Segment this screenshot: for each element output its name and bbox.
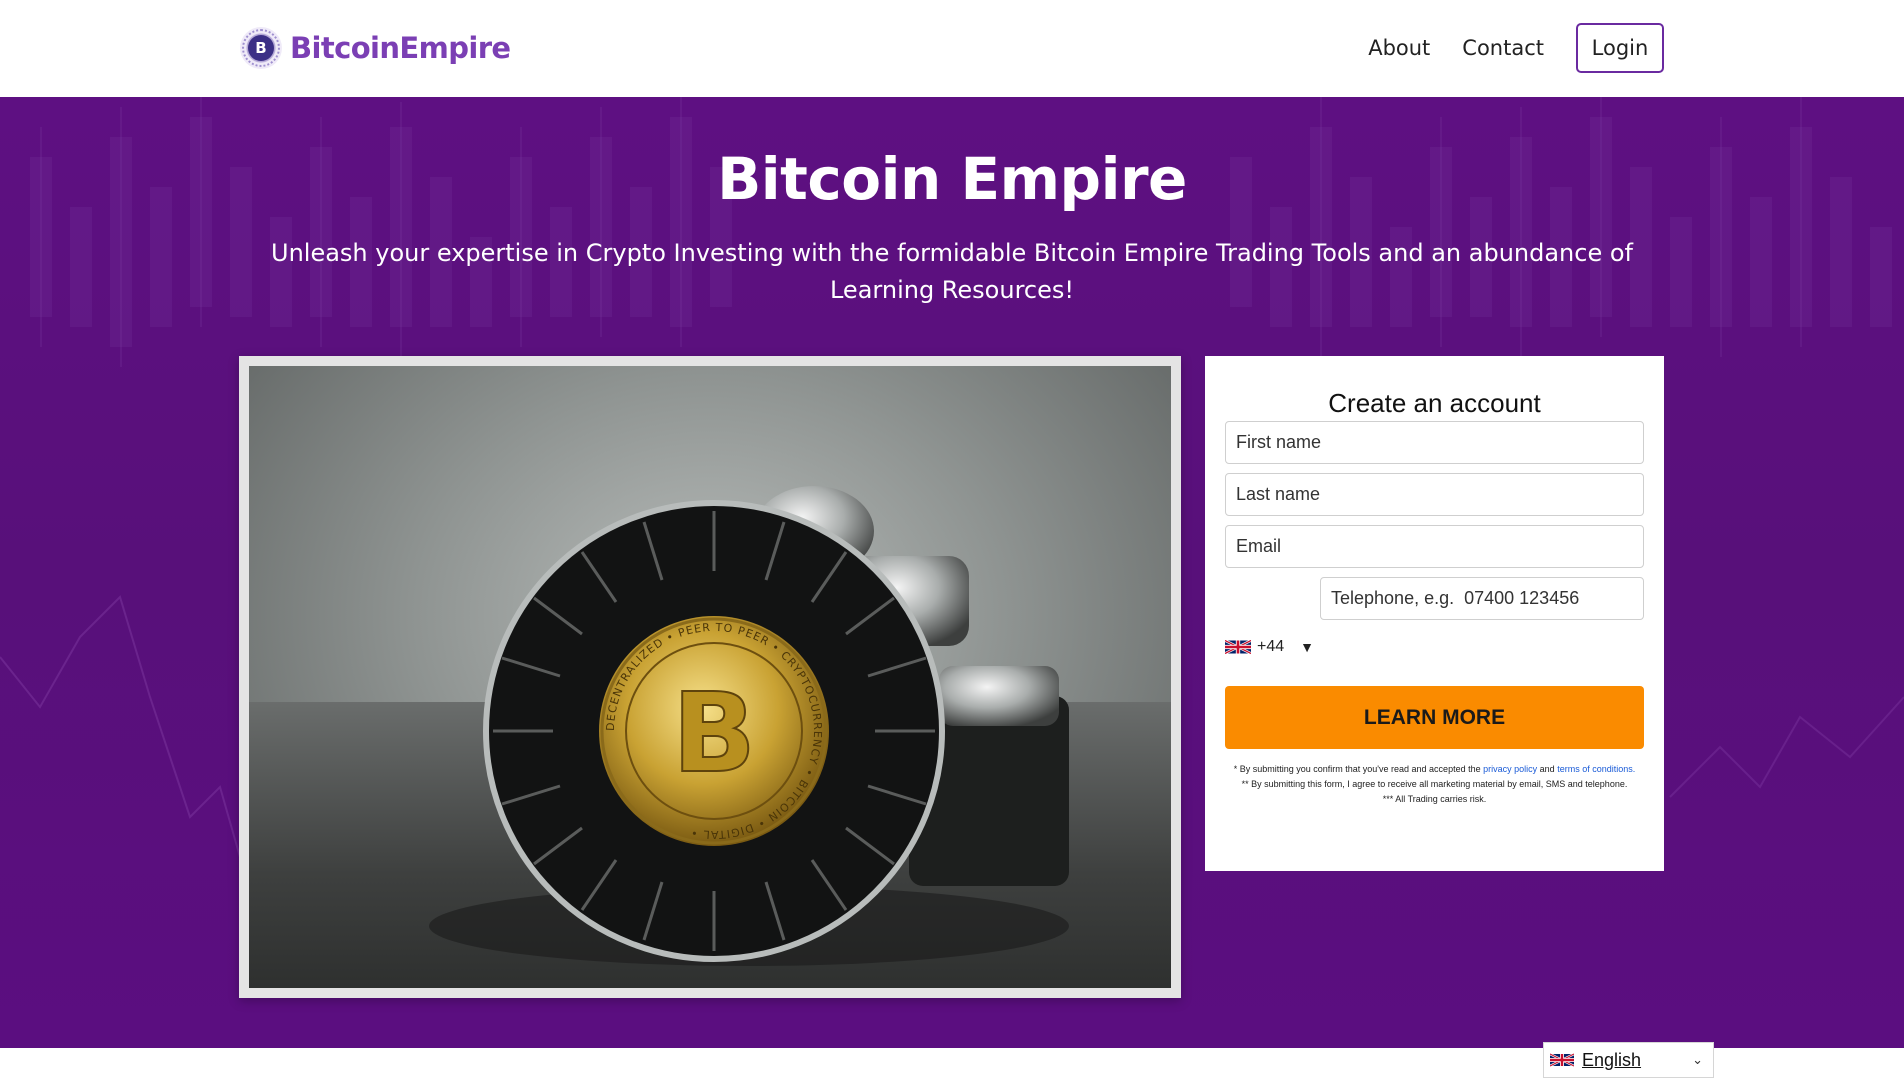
main-nav: About Contact Login (1368, 23, 1664, 73)
hero-section: Bitcoin Empire Unleash your expertise in… (0, 97, 1904, 1048)
language-selector[interactable]: English ⌄ (1543, 1042, 1714, 1078)
uk-flag-icon (1225, 639, 1251, 654)
dropdown-caret-icon: ▼ (1300, 638, 1314, 655)
bitcoin-logo-icon: B (240, 27, 282, 69)
bitcoin-coin-photo: B DECENTRALIZED • PEER TO PEER • CRYPTOC… (249, 366, 1171, 988)
form-disclaimer: * By submitting you confirm that you've … (1231, 762, 1638, 807)
hero-subtitle: Unleash your expertise in Crypto Investi… (271, 239, 1633, 304)
coin-letter: B (672, 669, 756, 797)
first-name-input[interactable] (1225, 421, 1644, 464)
site-header: B BitcoinEmpire About Contact Login (0, 0, 1904, 97)
disclaimer-line-1: * By submitting you confirm that you've … (1233, 764, 1481, 774)
nav-contact-link[interactable]: Contact (1462, 36, 1544, 60)
chevron-down-icon: ⌄ (1692, 1052, 1703, 1067)
telephone-input[interactable] (1320, 577, 1644, 620)
uk-flag-icon (1550, 1053, 1574, 1067)
nav-about-link[interactable]: About (1368, 36, 1430, 60)
form-title: Create an account (1328, 388, 1541, 418)
last-name-input[interactable] (1225, 473, 1644, 516)
login-button[interactable]: Login (1576, 23, 1664, 73)
brand-name: BitcoinEmpire (290, 31, 511, 65)
email-input[interactable] (1225, 525, 1644, 568)
language-label: English (1582, 1049, 1642, 1070)
logo-letter: B (248, 35, 274, 61)
disclaimer-line-3: *** All Trading carries risk. (1382, 794, 1487, 804)
terms-link[interactable]: terms of conditions. (1557, 764, 1635, 774)
disclaimer-and: and (1539, 764, 1555, 774)
country-code-select[interactable]: +44 ▼ (1225, 625, 1320, 668)
privacy-policy-link[interactable]: privacy policy (1483, 764, 1537, 774)
disclaimer-line-2: ** By submitting this form, I agree to r… (1241, 779, 1628, 789)
hero-title: Bitcoin Empire (717, 145, 1187, 213)
hero-image-frame: B DECENTRALIZED • PEER TO PEER • CRYPTOC… (239, 356, 1181, 998)
brand-logo[interactable]: B BitcoinEmpire (240, 27, 511, 69)
coin-illustration: B DECENTRALIZED • PEER TO PEER • CRYPTOC… (429, 486, 1069, 966)
learn-more-button[interactable]: LEARN MORE (1225, 686, 1644, 749)
phone-prefix: +44 (1257, 637, 1285, 655)
signup-form: Create an account +44 ▼ LEARN MORE * By … (1205, 356, 1664, 871)
